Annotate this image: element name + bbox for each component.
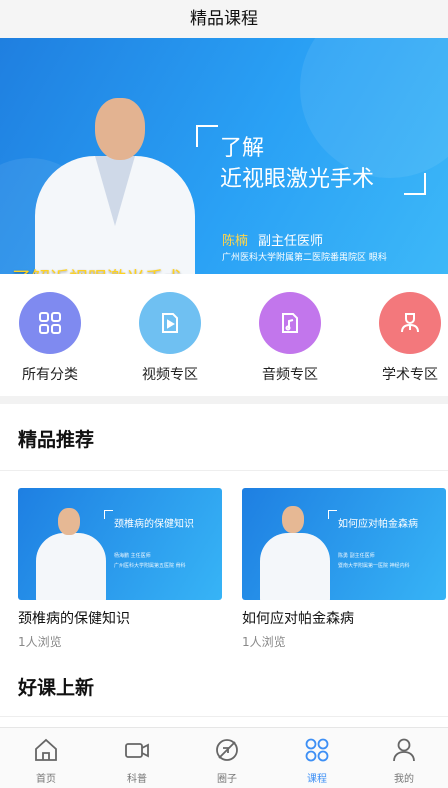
course-thumbnail: 颈椎病的保健知识 杨海鹏 主任医师 广州医科大学附属第五医院 骨科 — [18, 488, 222, 600]
divider-line — [0, 470, 448, 471]
nav-home[interactable]: 首页 — [6, 728, 86, 788]
category-label: 视频专区 — [142, 367, 198, 383]
category-label: 音频专区 — [262, 367, 318, 383]
thumbnail-title: 颈椎病的保健知识 — [114, 519, 194, 530]
doctor-hospital: 广州医科大学附属第二医院番禺院区 眼科 — [222, 253, 387, 263]
banner-frame-corner — [196, 125, 218, 147]
banner-headline: 近视眼激光手术 — [220, 167, 375, 192]
section-title-recommended: 精品推荐 — [18, 429, 95, 451]
divider-line — [0, 716, 448, 717]
nav-label: 课程 — [307, 774, 327, 785]
page-title: 精品课程 — [190, 9, 258, 29]
course-views: 1人浏览 — [242, 635, 286, 649]
nav-label: 首页 — [36, 774, 56, 785]
thumbnail-hospital: 暨南大学附属第一医院 神经内科 — [338, 563, 410, 569]
grid-icon — [19, 292, 81, 354]
banner-frame-corner — [404, 173, 426, 195]
course-icon — [305, 738, 329, 762]
nav-mine[interactable]: 我的 — [364, 728, 444, 788]
doctor-head — [95, 98, 145, 160]
nav-label: 科普 — [127, 774, 147, 785]
banner-caption: 了解近视眼激光手术 — [12, 264, 183, 274]
circle-icon — [216, 739, 238, 761]
camera-icon — [125, 743, 149, 758]
course-card[interactable]: 颈椎病的保健知识 杨海鹏 主任医师 广州医科大学附属第五医院 骨科 颈椎病的保健… — [18, 488, 222, 649]
nav-course[interactable]: 课程 — [277, 728, 357, 788]
doctor-icon — [379, 292, 441, 354]
nav-science[interactable]: 科普 — [97, 728, 177, 788]
banner-decoration — [300, 38, 448, 178]
home-icon — [35, 738, 57, 761]
nav-circle[interactable]: 圈子 — [187, 728, 267, 788]
course-title: 如何应对帕金森病 — [242, 611, 354, 627]
doctor-title: 副主任医师 — [258, 234, 324, 249]
nav-label: 我的 — [394, 774, 414, 785]
user-icon — [393, 738, 415, 762]
thumbnail-doctor: 陈勇 副主任医师 — [338, 553, 375, 559]
doctor-name: 陈楠 — [222, 234, 249, 249]
section-title-new: 好课上新 — [18, 677, 95, 699]
course-title: 颈椎病的保健知识 — [18, 611, 130, 627]
video-icon — [139, 292, 201, 354]
thumbnail-title: 如何应对帕金森病 — [338, 519, 418, 530]
nav-label: 圈子 — [217, 774, 237, 785]
course-card[interactable]: 如何应对帕金森病 陈勇 副主任医师 暨南大学附属第一医院 神经内科 如何应对帕金… — [242, 488, 446, 649]
category-video[interactable]: 视频专区 — [130, 292, 210, 384]
category-label: 学术专区 — [382, 367, 438, 383]
thumbnail-doctor: 杨海鹏 主任医师 — [114, 553, 151, 559]
thumbnail-hospital: 广州医科大学附属第五医院 骨科 — [114, 563, 186, 569]
banner-headline: 了解 — [220, 136, 265, 161]
audio-icon — [259, 292, 321, 354]
section-divider — [0, 396, 448, 404]
course-views: 1人浏览 — [18, 635, 62, 649]
course-banner[interactable]: 了解 近视眼激光手术 陈楠 副主任医师 广州医科大学附属第二医院番禺院区 眼科 … — [0, 38, 448, 274]
category-all[interactable]: 所有分类 — [10, 292, 90, 384]
category-audio[interactable]: 音频专区 — [250, 292, 330, 384]
category-label: 所有分类 — [22, 367, 78, 383]
top-bar: 精品课程 — [0, 0, 448, 38]
category-academic[interactable]: 学术专区 — [370, 292, 448, 384]
bottom-navigation: 首页 科普 圈子 课程 我的 — [0, 727, 448, 788]
course-thumbnail: 如何应对帕金森病 陈勇 副主任医师 暨南大学附属第一医院 神经内科 — [242, 488, 446, 600]
